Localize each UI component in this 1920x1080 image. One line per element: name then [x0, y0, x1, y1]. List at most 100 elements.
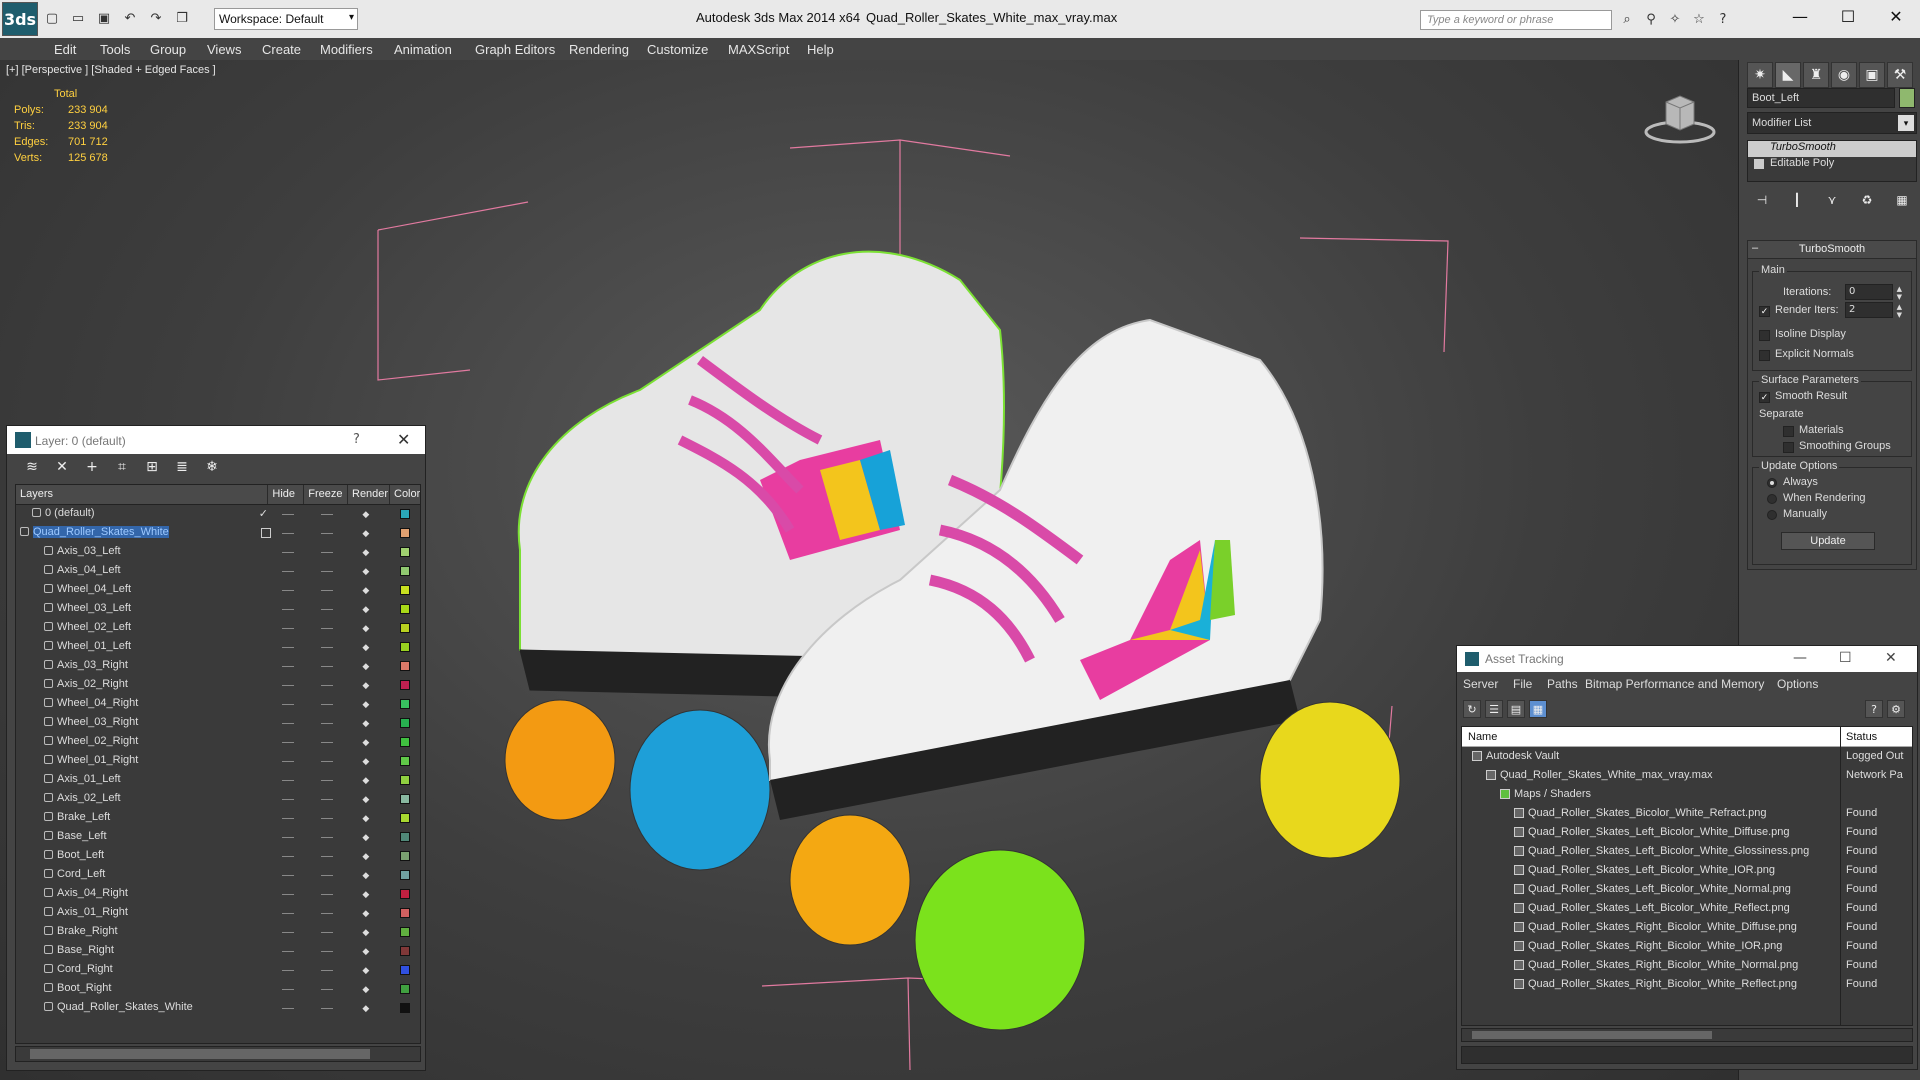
color-cell[interactable]	[390, 543, 420, 562]
color-cell[interactable]	[390, 847, 420, 866]
color-cell[interactable]	[390, 752, 420, 771]
hide-toggle[interactable]	[269, 809, 305, 828]
layer-row[interactable]: Wheel_02_Left ◆	[16, 619, 420, 638]
asset-menu-paths[interactable]: Paths	[1547, 677, 1578, 691]
layer-row[interactable]: Axis_03_Right ◆	[16, 657, 420, 676]
color-cell[interactable]	[390, 942, 420, 961]
layer-row[interactable]: Boot_Left ◆	[16, 847, 420, 866]
freeze-toggle[interactable]	[305, 676, 349, 695]
freeze-toggle[interactable]	[305, 809, 349, 828]
layers-icon[interactable]: ≋	[21, 458, 43, 476]
hide-toggle[interactable]	[269, 790, 305, 809]
layer-row[interactable]: 0 (default) ✓ ◆	[16, 505, 420, 524]
menu-customize[interactable]: Customize	[647, 42, 708, 57]
project-icon[interactable]: ❐	[172, 8, 192, 28]
viewport-label[interactable]: [+] [Perspective ] [Shaded + Edged Faces…	[6, 64, 216, 76]
hide-toggle[interactable]	[269, 847, 305, 866]
hide-toggle[interactable]	[269, 562, 305, 581]
show-end-result-icon[interactable]: ┃	[1786, 190, 1808, 210]
hide-toggle[interactable]	[269, 543, 305, 562]
layer-name-cell[interactable]: Wheel_04_Right	[16, 695, 269, 714]
hide-toggle[interactable]	[269, 600, 305, 619]
layer-row[interactable]: Wheel_03_Right ◆	[16, 714, 420, 733]
search-input[interactable]: Type a keyword or phrase	[1420, 10, 1612, 30]
layer-row[interactable]: Base_Right ◆	[16, 942, 420, 961]
freeze-toggle[interactable]	[305, 828, 349, 847]
freeze-toggle[interactable]	[305, 733, 349, 752]
hide-toggle[interactable]	[269, 771, 305, 790]
refresh-icon[interactable]: ↻	[1463, 700, 1481, 718]
minimize-icon[interactable]: —	[1776, 0, 1824, 32]
asset-path-field[interactable]	[1461, 1046, 1913, 1064]
layer-color-swatch[interactable]	[400, 680, 411, 690]
layer-row[interactable]: Brake_Left ◆	[16, 809, 420, 828]
layer-name-cell[interactable]: Quad_Roller_Skates_White	[16, 999, 269, 1018]
layer-name-cell[interactable]: Quad_Roller_Skates_White	[16, 524, 269, 543]
layer-color-swatch[interactable]	[400, 547, 411, 557]
layer-row[interactable]: Boot_Right ◆	[16, 980, 420, 999]
layer-row[interactable]: Axis_04_Left ◆	[16, 562, 420, 581]
asset-row[interactable]: Quad_Roller_Skates_Bicolor_White_Refract…	[1462, 804, 1912, 823]
render-toggle[interactable]: ◆	[348, 980, 390, 999]
active-layer-icon[interactable]	[260, 528, 271, 538]
layer-color-swatch[interactable]	[400, 528, 411, 538]
layer-name-cell[interactable]: Axis_04_Right	[16, 885, 269, 904]
help-icon[interactable]: ?	[1714, 10, 1732, 28]
layer-row[interactable]: Wheel_01_Right ◆	[16, 752, 420, 771]
freeze-toggle[interactable]	[305, 904, 349, 923]
iterations-spinner[interactable]: 0 ▲ ▼	[1845, 284, 1902, 301]
layer-color-swatch[interactable]	[400, 661, 411, 671]
hide-toggle[interactable]	[269, 866, 305, 885]
layer-name-cell[interactable]: Boot_Left	[16, 847, 269, 866]
color-cell[interactable]	[390, 657, 420, 676]
asset-menu-options[interactable]: Options	[1777, 677, 1818, 691]
communication-icon[interactable]: ⚲	[1642, 10, 1660, 28]
color-cell[interactable]	[390, 581, 420, 600]
lightbulb-icon[interactable]	[1754, 143, 1764, 153]
asset-row[interactable]: Quad_Roller_Skates_Right_Bicolor_White_I…	[1462, 937, 1912, 956]
settings-icon[interactable]: ⚙	[1887, 700, 1905, 718]
color-cell[interactable]	[390, 866, 420, 885]
create-layer-icon[interactable]: +	[81, 458, 103, 476]
layer-row[interactable]: Wheel_02_Right ◆	[16, 733, 420, 752]
column-freeze[interactable]: Freeze	[304, 485, 348, 504]
color-cell[interactable]	[390, 676, 420, 695]
hide-toggle[interactable]	[269, 904, 305, 923]
asset-row[interactable]: Quad_Roller_Skates_White_max_vray.max Net…	[1462, 766, 1912, 785]
color-cell[interactable]	[390, 524, 420, 543]
plus-box-icon[interactable]	[1754, 159, 1764, 169]
hide-toggle[interactable]	[269, 638, 305, 657]
freeze-toggle[interactable]	[305, 657, 349, 676]
layer-name-cell[interactable]: Wheel_03_Left	[16, 600, 269, 619]
freeze-toggle[interactable]	[305, 638, 349, 657]
menu-tools[interactable]: Tools	[100, 42, 130, 57]
manually-radio[interactable]	[1767, 510, 1777, 520]
menu-rendering[interactable]: Rendering	[569, 42, 629, 57]
render-iters-checkbox[interactable]: ✓	[1759, 306, 1770, 317]
layer-color-swatch[interactable]	[400, 585, 411, 595]
layer-row[interactable]: Base_Left ◆	[16, 828, 420, 847]
menu-group[interactable]: Group	[150, 42, 186, 57]
color-cell[interactable]	[390, 923, 420, 942]
collapse-icon[interactable]: –	[1752, 242, 1758, 254]
select-objects-icon[interactable]: ⌗	[111, 458, 133, 476]
layer-name-cell[interactable]: Wheel_01_Right	[16, 752, 269, 771]
layer-row[interactable]: Axis_01_Right ◆	[16, 904, 420, 923]
layer-color-swatch[interactable]	[400, 775, 411, 785]
render-toggle[interactable]: ◆	[348, 638, 390, 657]
delete-layer-icon[interactable]: ✕	[51, 458, 73, 476]
freeze-toggle[interactable]	[305, 562, 349, 581]
layer-color-swatch[interactable]	[400, 756, 411, 766]
freeze-toggle[interactable]	[305, 600, 349, 619]
stack-item-turbosmooth[interactable]: TurboSmooth	[1748, 141, 1916, 157]
maximize-icon[interactable]: ☐	[1839, 650, 1852, 666]
column-hide[interactable]: Hide	[268, 485, 305, 504]
color-cell[interactable]	[390, 999, 420, 1018]
freeze-toggle[interactable]	[305, 923, 349, 942]
layer-row[interactable]: Cord_Left ◆	[16, 866, 420, 885]
maximize-icon[interactable]: ☐	[1824, 0, 1872, 32]
layer-row[interactable]: Quad_Roller_Skates_White ◆	[16, 999, 420, 1018]
make-unique-icon[interactable]: ⋎	[1821, 190, 1843, 210]
layer-row[interactable]: Wheel_03_Left ◆	[16, 600, 420, 619]
rollout-title[interactable]: – TurboSmooth	[1748, 241, 1916, 259]
